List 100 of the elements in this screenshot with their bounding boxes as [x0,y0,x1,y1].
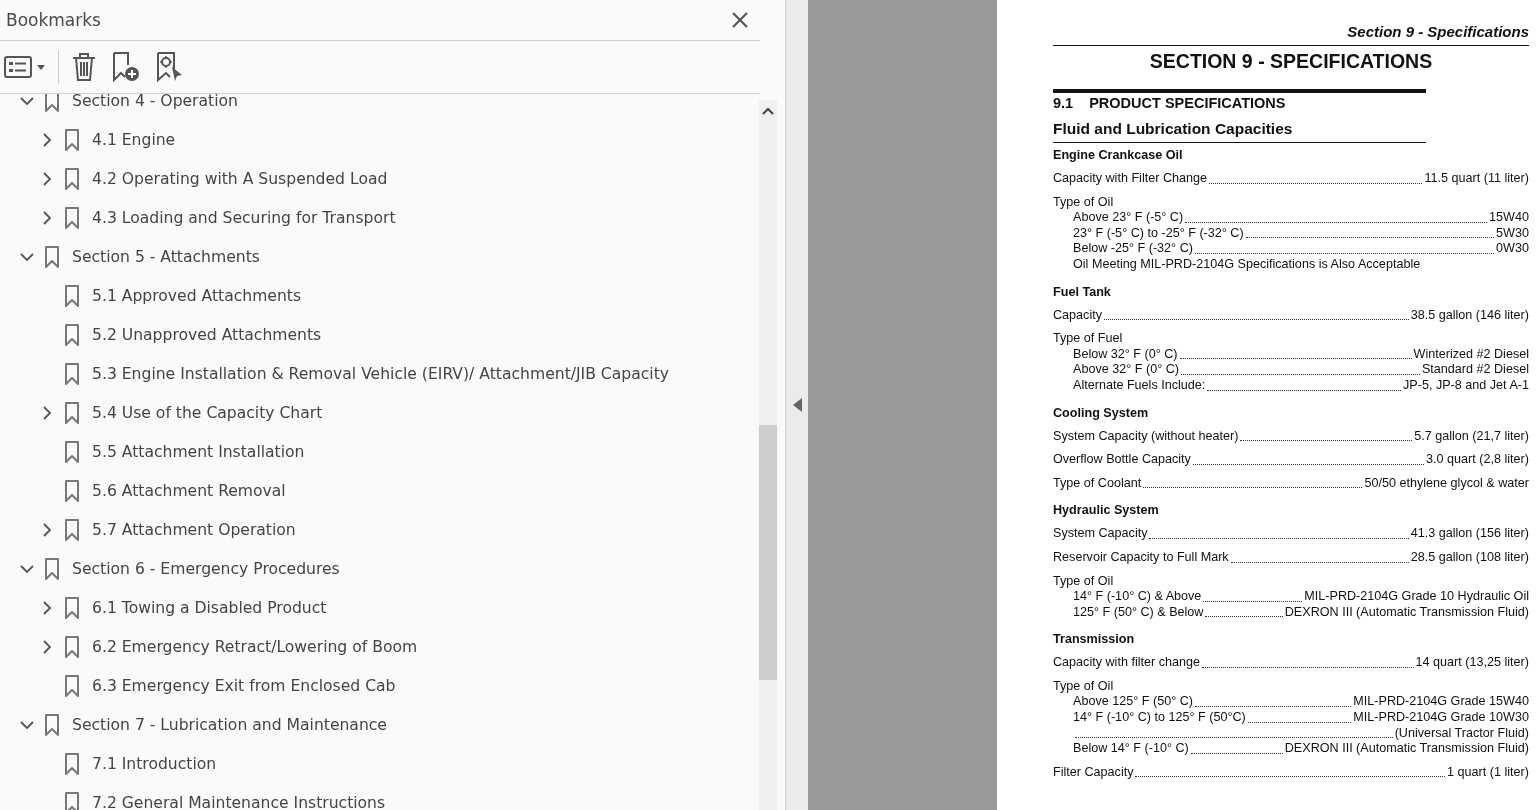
spec-label: 23° F (-5° C) to -25° F (-32° C) [1073,225,1244,242]
spec-value: 15W40 [1489,210,1529,226]
spec-value: 11.5 quart (11 liter) [1424,171,1529,187]
close-icon [732,12,748,28]
spec-value: MIL-PRD-2104G Grade 10W30 [1353,710,1529,726]
spec-value: 5W30 [1496,225,1529,242]
spec-value: 5.7 gallon (21,7 liter) [1414,428,1529,445]
bookmark-item[interactable]: 5.6 Attachment Removal [92,481,286,500]
bookmark-item[interactable]: 6.1 Towing a Disabled Product [92,598,327,617]
bookmark-icon [64,361,80,386]
bookmark-icon [64,790,80,810]
spec-label: Capacity with filter change [1053,655,1200,671]
bookmark-item[interactable]: Section 5 - Attachments [72,247,260,266]
running-header: Section 9 - Specifications [1053,22,1529,46]
bookmark-item[interactable]: Section 7 - Lubrication and Maintenance [72,715,387,734]
spec-label: Above 23° F (-5° C) [1073,210,1184,226]
spec-label: Filter Capacity [1053,764,1134,781]
bookmark-icon [44,244,60,269]
spec-label: 14° F (-10° C) & Above [1073,589,1202,605]
bookmark-icon [64,517,80,542]
spec-value: 1 quart (1 liter) [1447,764,1529,781]
spec-label: Below 14° F (-10° C) [1073,741,1189,757]
bookmark-icon [64,283,80,308]
bookmark-icon [64,439,80,464]
bookmark-icon [64,673,80,698]
spec-value: DEXRON III (Automatic Transmission Fluid) [1284,741,1529,757]
spec-value: 28.5 gallon (108 liter) [1410,549,1529,566]
section-title: PRODUCT SPECIFICATIONS [1089,94,1286,112]
spec-label: 125° F (50° C) & Below [1073,604,1204,621]
bookmark-icon [64,400,80,425]
spec-value: 50/50 ethylene glycol & water [1364,475,1529,492]
spec-value: 41.3 gallon (156 liter) [1410,526,1529,542]
scroll-thumb[interactable] [759,425,777,680]
subsection-title: Fluid and Lubrication Capacities [1053,119,1426,143]
spec-label: Type of Oil [1053,573,1114,590]
bookmark-item[interactable]: 5.7 Attachment Operation [92,520,296,539]
spec-label: Type of Oil [1053,678,1114,695]
bookmark-icon [64,205,80,230]
bookmark-icon [44,94,60,113]
spec-label: Reservoir Capacity to Full Mark [1053,549,1229,566]
bookmark-item[interactable]: 5.1 Approved Attachments [92,286,302,305]
bookmark-item[interactable]: 6.2 Emergency Retract/Lowering of Boom [92,637,418,656]
bookmark-icon [64,127,80,152]
spec-value: JP-5, JP-8 and Jet A-1 [1403,377,1529,394]
spec-value: 14 quart (13,25 liter) [1415,655,1529,671]
spec-heading: Engine Crankcase Oil [1053,147,1184,163]
list-options-icon [4,54,46,80]
bookmark-icon [44,712,60,737]
spec-label: Oil Meeting MIL-PRD-2104G Specifications is Also Acceptable [1073,256,1421,273]
spec-label: Above 125° F (50° C) [1073,694,1193,711]
bookmark-item[interactable]: 5.3 Engine Installation & Removal Vehicle (EIRV)/ Attachment/JIB Capacity [92,364,669,383]
bookmark-icon [64,634,80,659]
bookmark-item[interactable]: 4.1 Engine [92,130,176,149]
spec-label: Capacity with Filter Change [1053,171,1207,187]
spec-value: 3.0 quart (2,8 liter) [1426,452,1529,468]
bookmark-item[interactable]: 7.1 Introduction [92,754,217,773]
bookmark-item[interactable]: 6.3 Emergency Exit from Enclosed Cab [92,676,396,695]
spec-value: MIL-PRD-2104G Grade 10 Hydraulic Oil [1304,589,1529,605]
spec-label: Type of Fuel [1053,331,1123,347]
spec-label: System Capacity (without heater) [1053,428,1239,445]
spec-value: Standard #2 Diesel [1421,362,1529,378]
spec-label: Type of Coolant [1053,475,1142,492]
bookmark-icon [44,556,60,581]
bookmark-item[interactable]: 7.2 General Maintenance Instructions [92,793,386,810]
spec-label: Capacity [1053,307,1102,324]
spec-label: Type of Oil [1053,194,1114,211]
spec-value: Winterized #2 Diesel [1413,346,1529,363]
bookmark-item[interactable]: Section 4 - Operation [72,94,238,110]
bookmark-item[interactable]: Section 6 - Emergency Procedures [72,559,340,578]
bookmark-icon [64,322,80,347]
spec-value: (Universal Tractor Fluid) [1394,725,1529,742]
page-title: SECTION 9 - SPECIFICATIONS [1148,49,1434,73]
bookmark-item[interactable]: 5.4 Use of the Capacity Chart [92,403,323,422]
spec-heading: Fuel Tank [1053,283,1112,300]
triangle-left-icon [792,398,802,412]
bookmark-item[interactable]: 4.3 Loading and Securing for Transport [92,208,396,227]
spec-value: MIL-PRD-2104G Grade 15W40 [1353,694,1529,711]
bookmark-item[interactable]: 5.2 Unapproved Attachments [92,325,322,344]
spec-label: Below -25° F (-32° C) [1073,241,1193,257]
bookmark-plus-icon [111,51,141,83]
spec-heading: Cooling System [1053,404,1150,421]
spec-label: Overflow Bottle Capacity [1053,452,1191,468]
spec-value: 0W30 [1496,241,1529,257]
spec-label: 14° F (-10° C) to 125° F (50°C) [1073,710,1246,726]
spec-label: System Capacity [1053,526,1148,542]
trash-icon [71,52,97,82]
bookmark-item[interactable]: 4.2 Operating with A Suspended Load [92,169,388,188]
scrollbar[interactable] [759,100,777,810]
spec-heading: Transmission [1053,631,1136,648]
spec-heading: Hydraulic System [1053,502,1160,519]
spec-value: DEXRON III (Automatic Transmission Fluid) [1284,604,1529,621]
collapse-panel-button[interactable] [792,398,802,412]
bookmark-icon [64,595,80,620]
bookmark-item[interactable]: 5.5 Attachment Installation [92,442,305,461]
bookmark-icon [64,751,80,776]
section-number: 9.1 [1053,94,1074,112]
bookmark-icon [64,166,80,191]
bookmark-icon [64,478,80,503]
scroll-up-icon[interactable] [762,107,774,115]
panel-title: Bookmarks [5,10,101,30]
